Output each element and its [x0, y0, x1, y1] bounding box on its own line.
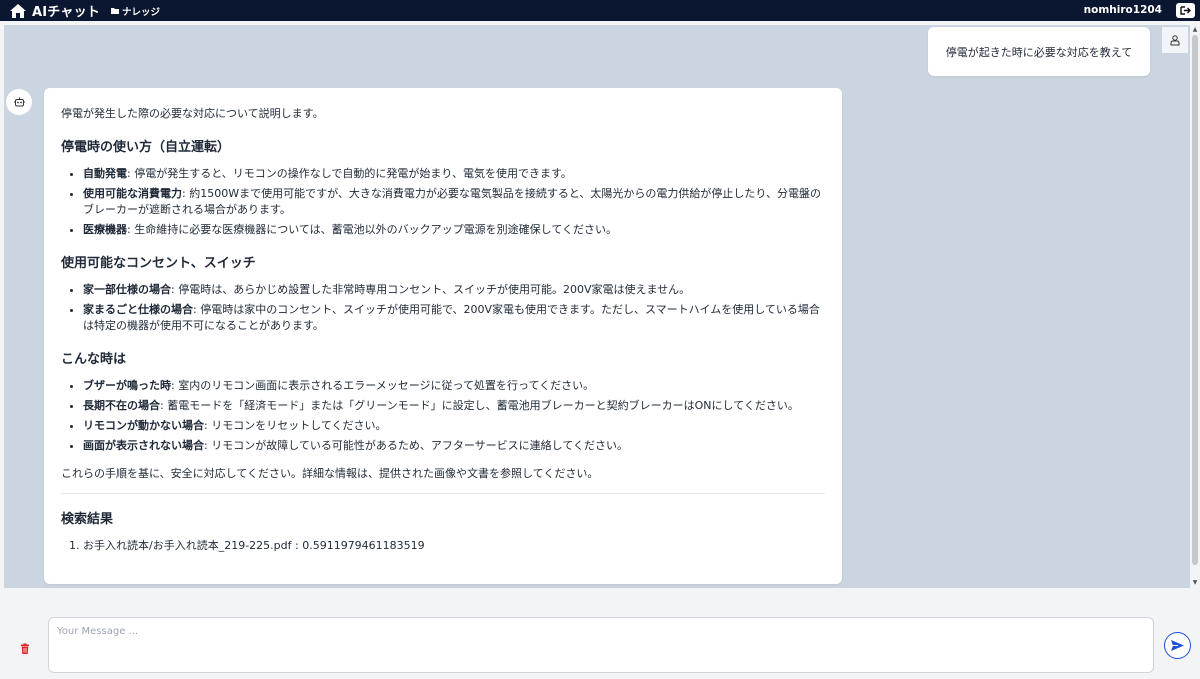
list-item-text: : 室内のリモコン画面に表示されるエラーメッセージに従って処置を行ってください。: [171, 379, 595, 392]
clear-chat-button[interactable]: [19, 640, 31, 654]
user-avatar: [1162, 27, 1188, 53]
trash-icon: [21, 643, 29, 654]
list-item: 自動発電: 停電が発生すると、リモコンの操作なしで自動的に発電が始まり、電気を使…: [83, 166, 825, 182]
section-heading: こんな時は: [61, 352, 127, 367]
user-icon: [1170, 34, 1180, 45]
list-item-term: 家まるごと仕様の場合: [83, 303, 193, 316]
scroll-thumb[interactable]: [1192, 35, 1198, 565]
search-results-list: お手入れ読本/お手入れ読本_219-225.pdf : 0.5911979461…: [61, 538, 825, 554]
app-title[interactable]: AIチャット: [32, 1, 100, 20]
list-item-text: : リモコンが故障している可能性があるため、アフターサービスに連絡してください。: [204, 439, 628, 452]
logout-button[interactable]: [1176, 3, 1195, 18]
bullet-list: ブザーが鳴った時: 室内のリモコン画面に表示されるエラーメッセージに従って処置を…: [61, 378, 825, 454]
list-item-term: 画面が表示されない場合: [83, 439, 204, 452]
list-item-text: : リモコンをリセットしてください。: [204, 419, 387, 432]
list-item: 使用可能な消費電力: 約1500Wまで使用可能ですが、大きな消費電力が必要な電気…: [83, 186, 825, 218]
bullet-list: 家一部仕様の場合: 停電時は、あらかじめ設置した非常時専用コンセント、スイッチが…: [61, 282, 825, 334]
list-item: 長期不在の場合: 蓄電モードを「経済モード」または「グリーンモード」に設定し、蓄…: [83, 398, 825, 414]
section-heading: 使用可能なコンセント、スイッチ: [61, 256, 256, 271]
nav-knowledge-link[interactable]: ナレッジ: [110, 4, 160, 18]
send-button[interactable]: [1164, 632, 1191, 659]
divider: [61, 493, 825, 494]
list-item-term: リモコンが動かない場合: [83, 419, 204, 432]
list-item-text: : 停電が発生すると、リモコンの操作なしで自動的に発電が始まり、電気を使用できま…: [127, 167, 572, 180]
list-item-term: 自動発電: [83, 167, 127, 180]
list-item: 医療機器: 生命維持に必要な医療機器については、蓄電池以外のバックアップ電源を別…: [83, 222, 825, 238]
list-item-term: ブザーが鳴った時: [83, 379, 171, 392]
top-bar: AIチャット ナレッジ nomhiro1204: [0, 0, 1200, 21]
bullet-list: 自動発電: 停電が発生すると、リモコンの操作なしで自動的に発電が始まり、電気を使…: [61, 166, 825, 238]
folder-icon: [110, 8, 119, 14]
list-item-term: 医療機器: [83, 223, 127, 236]
message-input[interactable]: [48, 617, 1154, 673]
list-item: 家まるごと仕様の場合: 停電時は家中のコンセント、スイッチが使用可能で、200V…: [83, 302, 825, 334]
list-item-term: 長期不在の場合: [83, 399, 160, 412]
chat-scrollbar[interactable]: ▲ ▼: [1190, 25, 1200, 588]
nav-knowledge-label: ナレッジ: [121, 6, 160, 18]
list-item-term: 使用可能な消費電力: [83, 187, 182, 200]
list-item-term: 家一部仕様の場合: [83, 283, 171, 296]
list-item: 家一部仕様の場合: 停電時は、あらかじめ設置した非常時専用コンセント、スイッチが…: [83, 282, 825, 298]
scroll-down-arrow-icon[interactable]: ▼: [1191, 579, 1199, 587]
list-item: ブザーが鳴った時: 室内のリモコン画面に表示されるエラーメッセージに従って処置を…: [83, 378, 825, 394]
scroll-up-arrow-icon[interactable]: ▲: [1191, 26, 1199, 34]
bot-message-card: 停電が発生した際の必要な対応について説明します。 停電時の使い方（自立運転） 自…: [44, 88, 842, 584]
list-item-text: : 蓄電モードを「経済モード」または「グリーンモード」に設定し、蓄電池用ブレーカ…: [160, 399, 799, 412]
list-item-text: : 約1500Wまで使用可能ですが、大きな消費電力が必要な電気製品を接続すると、…: [83, 187, 821, 216]
robot-icon: [13, 97, 25, 107]
user-message-bubble: 停電が起きた時に必要な対応を教えて: [928, 27, 1150, 76]
user-name: nomhiro1204: [1083, 4, 1162, 16]
list-item-text: : 生命維持に必要な医療機器については、蓄電池以外のバックアップ電源を別途確保し…: [127, 223, 617, 236]
send-icon: [1171, 640, 1184, 651]
user-message-text: 停電が起きた時に必要な対応を教えて: [945, 45, 1133, 59]
logout-icon: [1180, 6, 1191, 15]
list-item: リモコンが動かない場合: リモコンをリセットしてください。: [83, 418, 825, 434]
bot-intro-text: 停電が発生した際の必要な対応について説明します。: [61, 107, 324, 120]
bot-outro-text: これらの手順を基に、安全に対応してください。詳細な情報は、提供された画像や文書を…: [61, 467, 599, 480]
section-heading: 停電時の使い方（自立運転）: [61, 140, 231, 155]
list-item-text: : 停電時は家中のコンセント、スイッチが使用可能で、200V家電も使用できます。…: [83, 303, 820, 332]
search-result-item[interactable]: お手入れ読本/お手入れ読本_219-225.pdf : 0.5911979461…: [83, 538, 825, 554]
search-results-heading: 検索結果: [61, 512, 114, 527]
list-item-text: : 停電時は、あらかじめ設置した非常時専用コンセント、スイッチが使用可能。200…: [171, 283, 691, 296]
bot-avatar: [6, 89, 32, 115]
home-icon[interactable]: [9, 3, 27, 19]
list-item: 画面が表示されない場合: リモコンが故障している可能性があるため、アフターサービ…: [83, 438, 825, 454]
